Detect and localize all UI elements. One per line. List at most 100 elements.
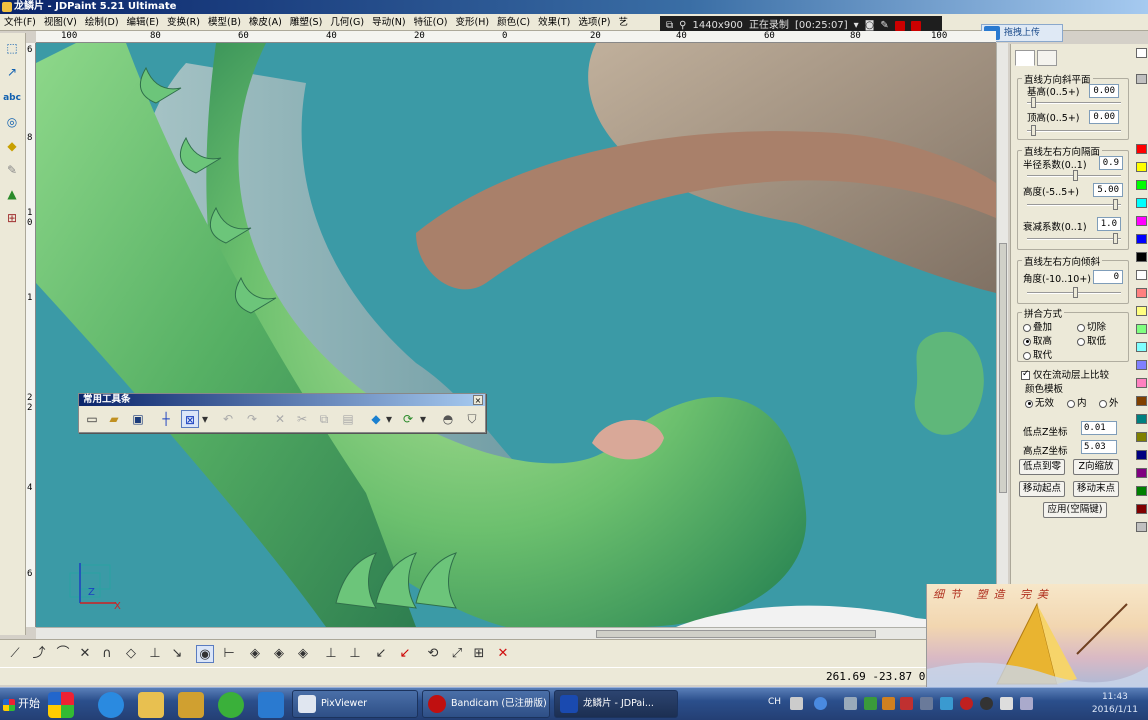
diamond-c-icon[interactable]: ◈	[294, 645, 312, 663]
relief-viewport[interactable]: Z X	[36, 43, 996, 627]
tray-icon[interactable]	[882, 697, 895, 710]
radio-button[interactable]	[1023, 323, 1031, 332]
top-height-slider[interactable]	[1027, 125, 1121, 136]
color-swatch[interactable]	[1136, 198, 1147, 208]
radio-high[interactable]: 取高	[1023, 333, 1052, 347]
curve-tool-icon[interactable]: ∩	[98, 645, 116, 663]
color-swatch[interactable]	[1136, 216, 1147, 226]
help-icon[interactable]	[814, 697, 827, 710]
menu-deform[interactable]: 变形(H)	[452, 14, 494, 31]
paste-icon[interactable]: ▤	[339, 410, 357, 428]
angle-input[interactable]: 0	[1093, 270, 1123, 284]
color-swatch[interactable]	[1136, 252, 1147, 262]
move-start-button[interactable]: 移动起点	[1019, 481, 1065, 497]
decay-slider[interactable]	[1027, 233, 1121, 244]
menu-sweep[interactable]: 导动(N)	[368, 14, 410, 31]
perpendicular-icon[interactable]: ⊥	[146, 645, 164, 663]
vertical-scrollbar[interactable]	[996, 43, 1008, 627]
menu-file[interactable]: 文件(F)	[0, 14, 40, 31]
line-tool-icon[interactable]: ⟋	[6, 645, 24, 663]
radio-button[interactable]	[1025, 399, 1033, 408]
menu-eraser[interactable]: 橡皮(A)	[245, 14, 286, 31]
color-swatch[interactable]	[1136, 306, 1147, 316]
menu-effect[interactable]: 效果(T)	[534, 14, 574, 31]
tray-icon[interactable]	[920, 697, 933, 710]
save-icon[interactable]: ▣	[129, 410, 147, 428]
fill-icon[interactable]: ▲	[3, 185, 21, 203]
shield-icon[interactable]: ⛉	[463, 410, 481, 428]
color-swatch[interactable]	[1136, 270, 1147, 280]
menu-color[interactable]: 颜色(C)	[493, 14, 534, 31]
tray-icon[interactable]	[900, 697, 913, 710]
trim-tool-icon[interactable]: ⤴	[30, 645, 48, 663]
diamond-b-icon[interactable]: ◈	[270, 645, 288, 663]
common-toolbar[interactable]: 常用工具条 × ▭ ▰ ▣ ┼ ⊠ ▾ ↶ ↷ ✕ ✂ ⧉ ▤ ◆ ▾ ⟳ ▾ …	[78, 393, 486, 433]
cancel-icon[interactable]: ✕	[494, 645, 512, 663]
radio-button[interactable]	[1077, 323, 1085, 332]
radio-button[interactable]	[1067, 399, 1075, 408]
low-z-input[interactable]: 0.01	[1081, 421, 1117, 435]
low-to-zero-button[interactable]: 低点到零	[1019, 459, 1065, 475]
menu-edit[interactable]: 编辑(E)	[123, 14, 163, 31]
task-pixviewer[interactable]: PixViewer	[292, 690, 418, 718]
pause-icon[interactable]	[894, 21, 905, 31]
cut-icon[interactable]: ✂	[293, 410, 311, 428]
slider-knob[interactable]	[1031, 125, 1036, 136]
diamond-a-icon[interactable]: ◈	[246, 645, 264, 663]
color-swatch[interactable]	[1136, 74, 1147, 84]
decay-input[interactable]: 1.0	[1097, 217, 1121, 231]
radius-input[interactable]: 0.9	[1099, 156, 1123, 170]
measure-icon[interactable]: ⊞	[3, 209, 21, 227]
rotate-view-icon[interactable]: ⟳	[399, 410, 417, 428]
height-slider[interactable]	[1027, 199, 1121, 210]
slider-knob[interactable]	[1073, 287, 1078, 298]
color-swatch[interactable]	[1136, 414, 1147, 424]
slider-knob[interactable]	[1031, 97, 1036, 108]
network-icon[interactable]	[1020, 697, 1033, 710]
task-jdpaint[interactable]: 龙鳞片 - JDPai...	[554, 690, 678, 718]
color-swatch[interactable]	[1136, 522, 1147, 532]
circle-tool-icon[interactable]: ◎	[3, 113, 21, 131]
dropdown-arrow-icon[interactable]: ▾	[201, 410, 209, 428]
cube-icon[interactable]: ◆	[367, 410, 385, 428]
color-swatch[interactable]	[1136, 234, 1147, 244]
radio-button[interactable]	[1099, 399, 1107, 408]
base-height-slider[interactable]	[1027, 97, 1121, 108]
snap-angle-icon[interactable]: ⊢	[220, 645, 238, 663]
input-lang[interactable]: CH	[768, 697, 781, 707]
node-tool-icon[interactable]: ◇	[122, 645, 140, 663]
radio-button[interactable]	[1077, 337, 1085, 346]
menu-transform[interactable]: 变换(R)	[163, 14, 204, 31]
base-height-input[interactable]: 0.00	[1089, 84, 1119, 98]
radio-low[interactable]: 取低	[1077, 333, 1106, 347]
color-swatch[interactable]	[1136, 144, 1147, 154]
menu-geometry[interactable]: 几何(G)	[326, 14, 368, 31]
arc-tool-icon[interactable]: ⌒	[54, 645, 72, 663]
fit-view-icon[interactable]: ⊠	[181, 410, 199, 428]
slider-knob[interactable]	[1113, 199, 1118, 210]
edit-base-icon[interactable]: ⊥	[346, 645, 364, 663]
crosshair-icon[interactable]: ┼	[157, 410, 175, 428]
color-swatch[interactable]	[1136, 468, 1147, 478]
new-file-icon[interactable]: ▭	[83, 410, 101, 428]
close-icon[interactable]: ×	[473, 395, 483, 405]
radio-add[interactable]: 叠加	[1023, 319, 1052, 333]
tray-icon[interactable]	[844, 697, 857, 710]
dropdown-arrow-icon[interactable]: ▾	[419, 410, 427, 428]
radio-template-none[interactable]: 无效	[1025, 395, 1054, 409]
folder-icon[interactable]	[138, 692, 164, 718]
redo-icon[interactable]: ↷	[243, 410, 261, 428]
height-input[interactable]: 5.00	[1093, 183, 1123, 197]
menu-options[interactable]: 选项(P)	[574, 14, 614, 31]
horizontal-scrollbar[interactable]	[36, 627, 926, 639]
menu-art[interactable]: 艺	[614, 14, 632, 31]
slider-knob[interactable]	[1113, 233, 1118, 244]
dropdown-arrow-icon[interactable]: ▾	[385, 410, 393, 428]
brush-icon[interactable]: ✎	[3, 161, 21, 179]
radio-template-outer[interactable]: 外	[1099, 395, 1119, 409]
move-end-button[interactable]: 移动末点	[1073, 481, 1119, 497]
open-folder-icon[interactable]: ▰	[105, 410, 123, 428]
color-swatch[interactable]	[1136, 396, 1147, 406]
tab-tools[interactable]	[1015, 50, 1035, 66]
radio-replace[interactable]: 取代	[1023, 347, 1052, 361]
